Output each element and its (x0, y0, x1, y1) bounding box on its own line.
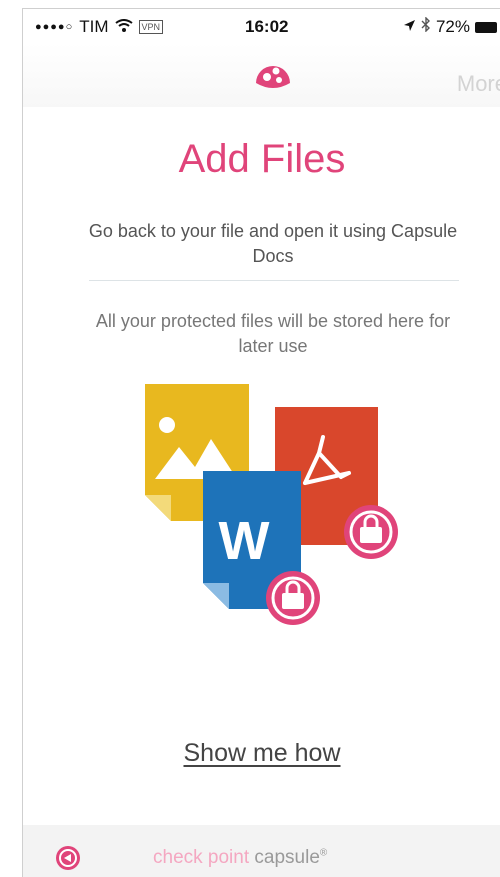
battery-icon (475, 21, 497, 33)
brand-mark: ® (319, 847, 328, 859)
word-letter: W (219, 511, 270, 571)
phone-screen: ●●●●○ TIM VPN 16:02 72% Mor Add Files Go… (22, 8, 500, 877)
more-button[interactable]: More (457, 71, 500, 97)
battery-percent: 72% (435, 17, 470, 36)
carrier-name: TIM (79, 17, 109, 36)
location-arrow-icon (403, 17, 416, 37)
divider (89, 280, 459, 281)
capsule-circle-icon[interactable] (55, 845, 81, 871)
brand-wordmark: check point capsule® (153, 847, 327, 869)
bluetooth-icon (421, 16, 431, 37)
status-time: 16:02 (245, 17, 289, 36)
footer-bar: check point capsule® (23, 825, 500, 877)
capsule-logo-icon (253, 57, 293, 97)
nav-bar: More (23, 43, 500, 107)
files-illustration: W (123, 369, 423, 629)
pdf-lock-icon (344, 505, 398, 559)
status-left: ●●●●○ TIM VPN (35, 17, 164, 37)
page-title: Add Files (178, 137, 346, 181)
show-me-how-link[interactable]: Show me how (23, 739, 500, 768)
vpn-badge: VPN (138, 20, 164, 34)
instruction-text: Go back to your file and open it using C… (88, 221, 458, 266)
wifi-icon (114, 17, 133, 37)
signal-dots: ●●●●○ (35, 21, 74, 33)
storage-note: All your protected files will be stored … (95, 311, 451, 356)
brand-capsule: capsule (254, 847, 320, 868)
brand-checkpoint: check point (153, 847, 250, 868)
word-lock-icon (266, 571, 320, 625)
status-bar: ●●●●○ TIM VPN 16:02 72% (23, 9, 500, 43)
status-right: 72% (403, 16, 497, 37)
